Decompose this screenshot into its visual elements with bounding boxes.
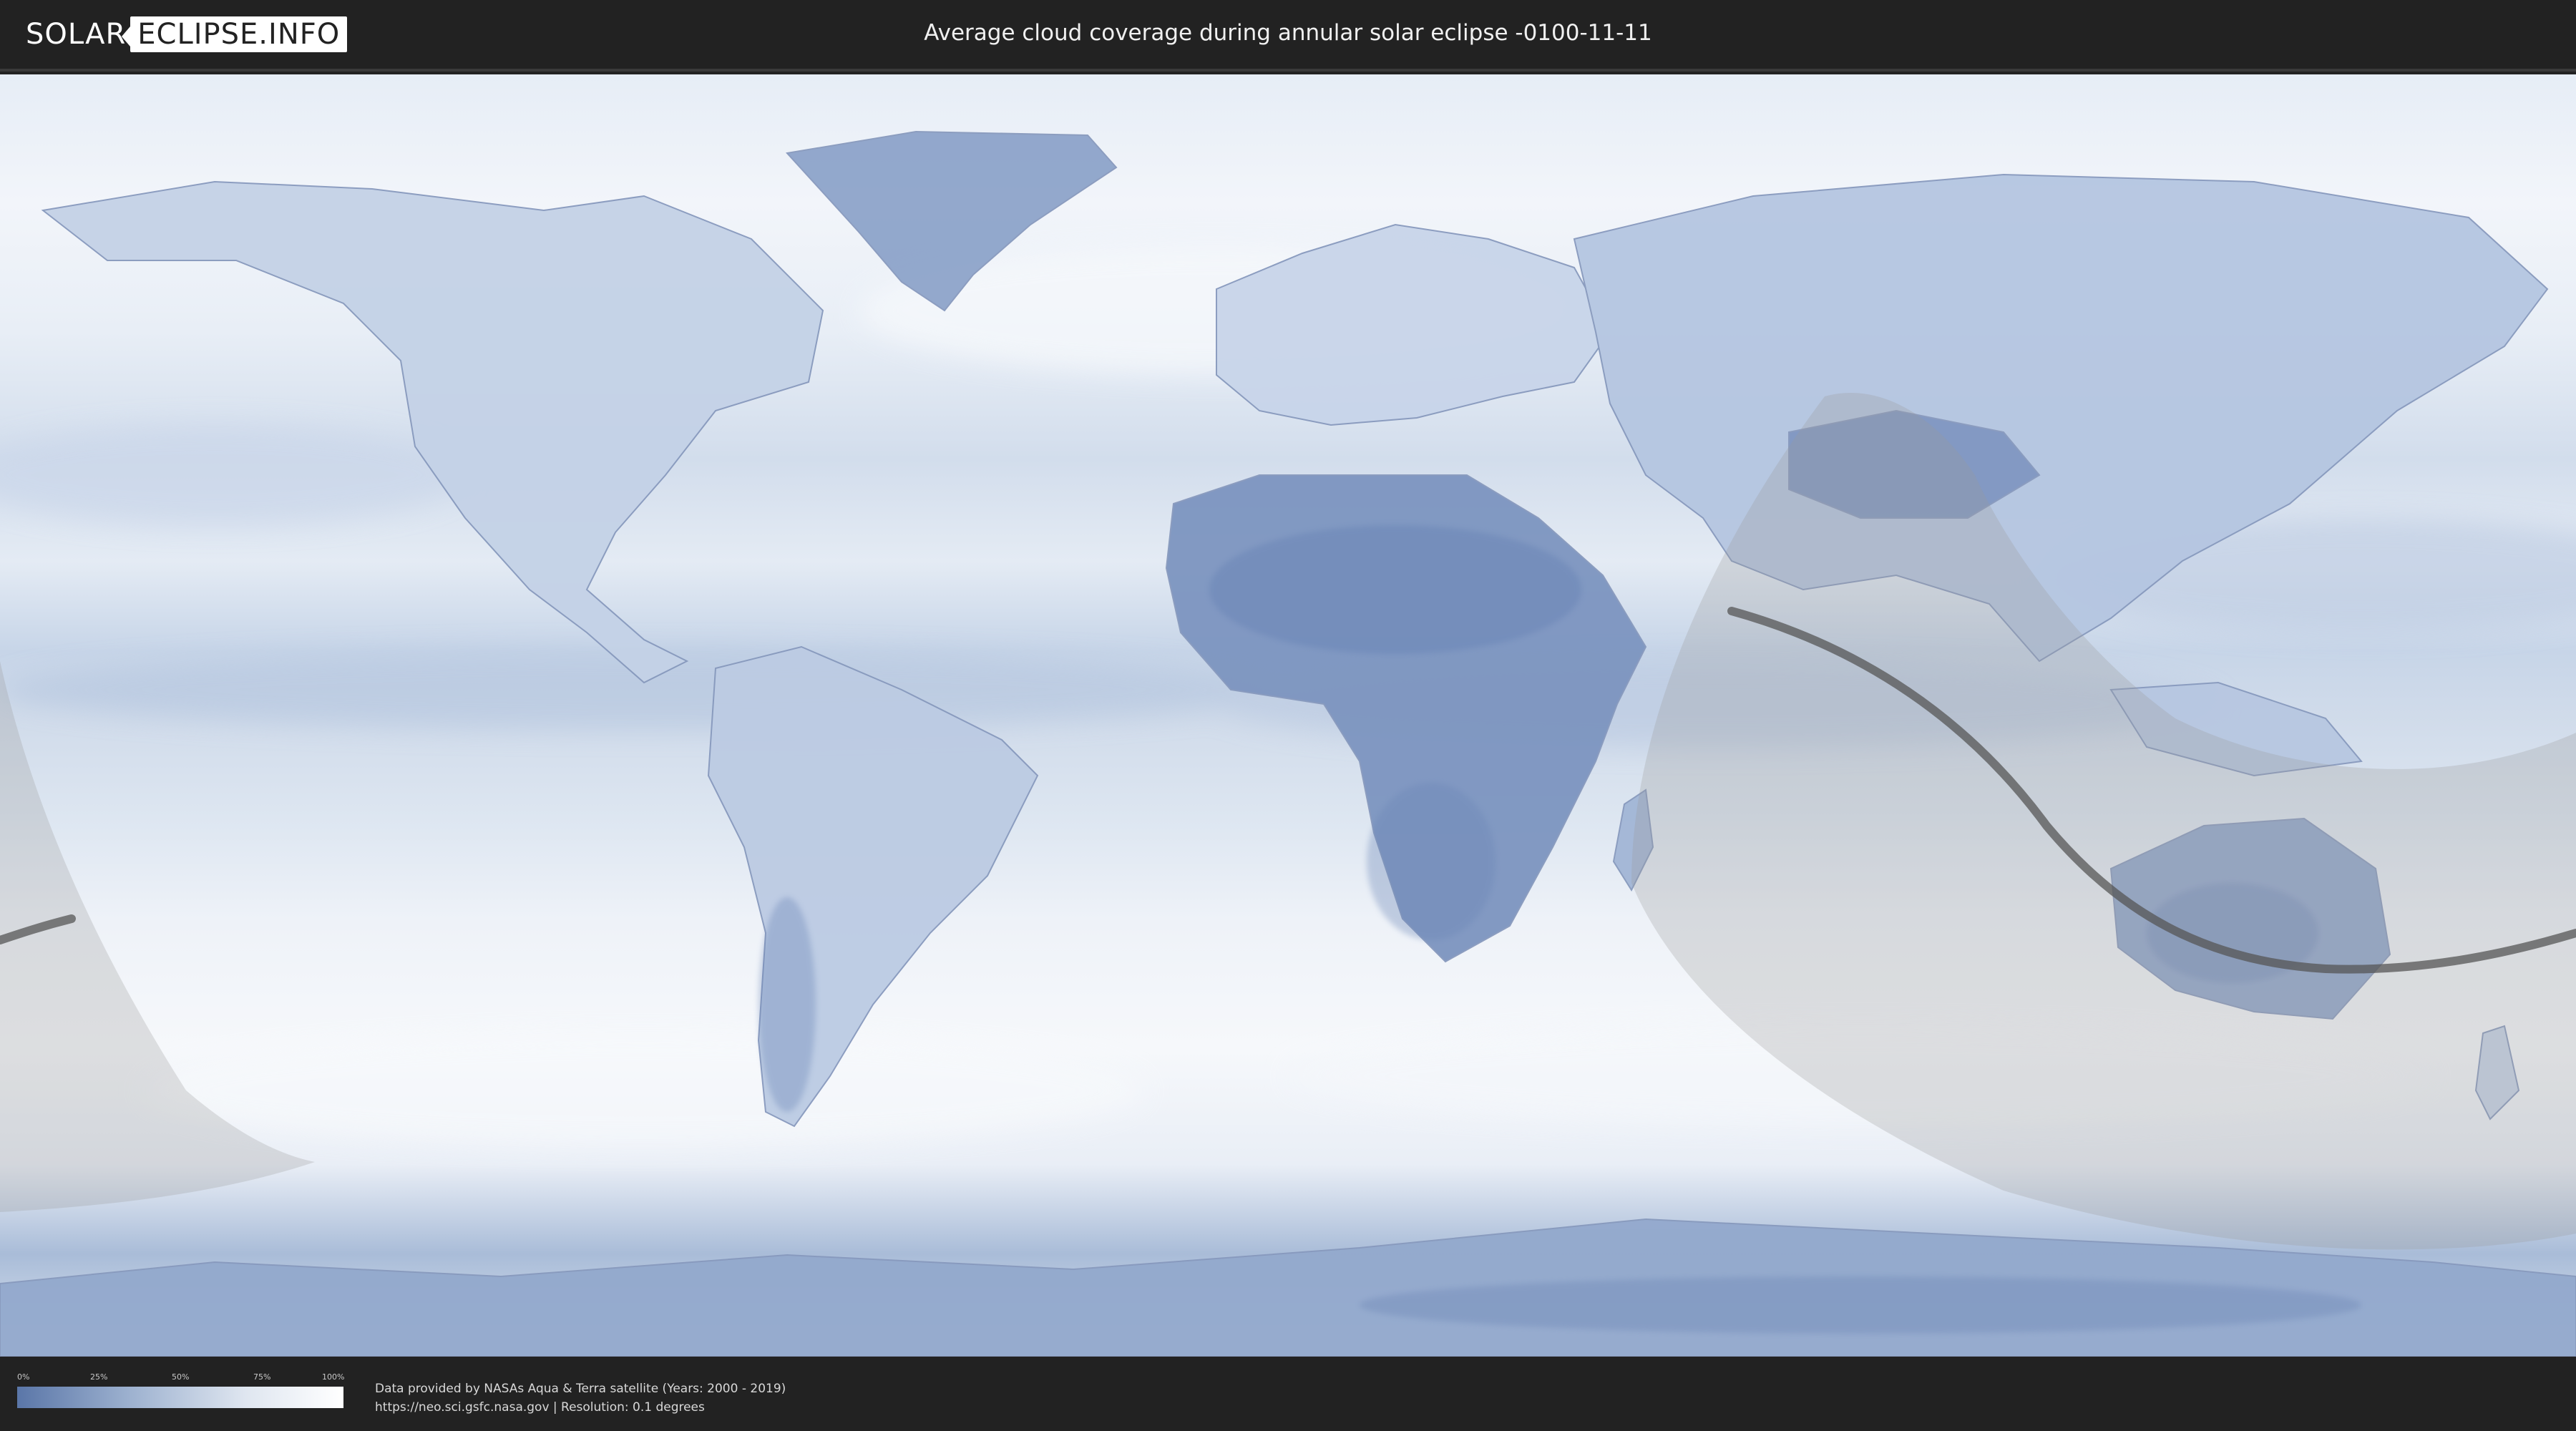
header-bar: SOLAR ECLIPSE.INFO Average cloud coverag… [0,0,2576,72]
data-credits: Data provided by NASAs Aqua & Terra sate… [375,1379,786,1417]
credits-line-source: Data provided by NASAs Aqua & Terra sate… [375,1382,786,1396]
credits-line-url[interactable]: https://neo.sci.gsfc.nasa.gov | Resoluti… [375,1398,786,1417]
cloud-coverage-map [0,74,2576,1357]
legend-tick-50: 50% [172,1372,190,1382]
legend-tick-25: 25% [90,1372,108,1382]
legend-tick-0: 0% [17,1372,30,1382]
page-title: Average cloud coverage during annular so… [924,20,1652,46]
page: SOLAR ECLIPSE.INFO Average cloud coverag… [0,0,2576,1431]
footer-bar: 0% 25% 50% 75% 100% Data provided by NAS… [0,1357,2576,1431]
cloud-coverage-legend: 0% 25% 50% 75% 100% [17,1372,345,1415]
world-map-svg [0,74,2576,1357]
legend-tick-100: 100% [322,1372,345,1382]
legend-ticks: 0% 25% 50% 75% 100% [17,1372,345,1384]
legend-color-bar [17,1387,343,1408]
legend-tick-75: 75% [253,1372,271,1382]
